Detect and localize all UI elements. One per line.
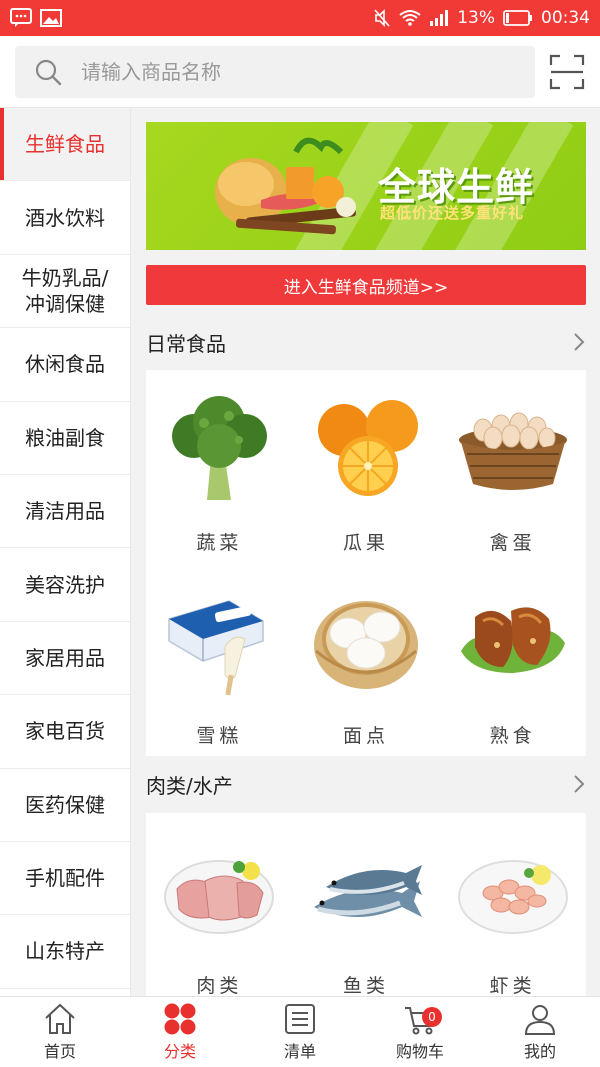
nav-list[interactable]: 清单 xyxy=(240,997,360,1067)
cart-badge: 0 xyxy=(422,1007,442,1027)
category-icon xyxy=(164,1003,196,1035)
category-label: 家居用品 xyxy=(25,645,105,670)
category-label: 休闲食品 xyxy=(25,352,105,377)
section-title: 肉类/水产 xyxy=(146,773,233,798)
user-icon xyxy=(524,1005,556,1035)
orange-icon xyxy=(317,400,418,496)
nav-label: 清单 xyxy=(283,1042,316,1061)
grid-item-pastry[interactable]: 面点 xyxy=(293,563,440,756)
category-item-fresh-food[interactable]: 生鲜食品 xyxy=(0,108,130,182)
home-icon xyxy=(45,1003,75,1034)
grid-item-label: 鱼类 xyxy=(342,975,389,996)
broccoli-icon xyxy=(172,396,268,500)
cooked-meat-icon xyxy=(460,607,565,673)
search-icon xyxy=(35,59,62,85)
meat-plate-icon xyxy=(164,860,275,934)
category-label: 牛奶乳品/冲调保健 xyxy=(21,265,109,316)
category-item-shandong[interactable]: 山东特产 xyxy=(0,915,130,989)
nav-cart[interactable]: 0 购物车 xyxy=(360,997,480,1067)
banner-subtitle: 超低价还送多重好礼 xyxy=(380,204,525,222)
grid-item-ice-cream[interactable]: 雪糕 xyxy=(146,563,293,756)
category-list: 生鲜食品 酒水饮料 牛奶乳品/冲调保健 休闲食品 粮油副食 清洁用品 美容洗护 … xyxy=(0,108,131,996)
grid-item-label: 禽蛋 xyxy=(489,532,536,554)
category-item-beauty[interactable]: 美容洗护 xyxy=(0,548,130,622)
category-label: 医药保健 xyxy=(25,792,105,817)
shrimp-plate-icon xyxy=(457,860,568,934)
grid-item-fish[interactable]: 鱼类 xyxy=(293,813,440,996)
scan-icon[interactable] xyxy=(549,54,585,90)
category-item-dairy[interactable]: 牛奶乳品/冲调保健 xyxy=(0,254,130,329)
category-item-snacks[interactable]: 休闲食品 xyxy=(0,328,130,402)
fruit-banner-icon xyxy=(215,137,356,235)
enter-channel-button[interactable]: 进入生鲜食品频道>> xyxy=(146,265,586,305)
steamed-bun-icon xyxy=(313,601,418,689)
grid-item-label: 肉类 xyxy=(196,975,243,996)
signal-icon xyxy=(430,10,449,26)
category-content: 全球生鲜 超低价还送多重好礼 进入生鲜食品频道>> 日常食品 蔬菜 瓜果 禽蛋 … xyxy=(131,108,600,996)
category-item-home[interactable]: 家居用品 xyxy=(0,621,130,696)
category-item-phone-accessories[interactable]: 手机配件 xyxy=(0,841,130,916)
grid-item-meat[interactable]: 肉类 xyxy=(146,813,293,996)
category-label: 家电百货 xyxy=(25,719,105,744)
grid-item-vegetables[interactable]: 蔬菜 xyxy=(146,370,293,563)
fish-icon xyxy=(313,865,422,917)
grid-item-label: 面点 xyxy=(342,725,389,747)
section-title: 日常食品 xyxy=(146,331,226,356)
grid-item-label: 蔬菜 xyxy=(196,532,243,554)
nav-label: 购物车 xyxy=(395,1042,444,1061)
category-item-appliances[interactable]: 家电百货 xyxy=(0,695,130,769)
grid-item-label: 瓜果 xyxy=(342,532,389,554)
grid-item-label: 虾类 xyxy=(489,975,536,996)
nav-category[interactable]: 分类 xyxy=(120,997,240,1067)
nav-label: 我的 xyxy=(523,1042,556,1061)
category-label: 清洁用品 xyxy=(25,499,105,524)
promo-banner[interactable]: 全球生鲜 超低价还送多重好礼 xyxy=(146,122,586,250)
section-header-meat-seafood[interactable]: 肉类/水产 xyxy=(146,764,586,804)
category-label: 手机配件 xyxy=(25,866,105,891)
nav-home[interactable]: 首页 xyxy=(0,997,120,1067)
category-item-drinks[interactable]: 酒水饮料 xyxy=(0,181,130,255)
grid-item-label: 熟食 xyxy=(489,725,536,747)
nav-profile[interactable]: 我的 xyxy=(480,997,600,1067)
status-bar: 13% 00:34 xyxy=(0,0,600,36)
grid-item-cooked-food[interactable]: 熟食 xyxy=(439,563,586,756)
search-input[interactable] xyxy=(81,59,481,84)
category-label: 山东特产 xyxy=(25,939,105,964)
battery-percent: 13% xyxy=(457,8,495,28)
search-bar[interactable] xyxy=(15,45,535,98)
search-header xyxy=(0,36,600,108)
category-label: 美容洗护 xyxy=(25,572,105,597)
mute-icon xyxy=(374,9,390,27)
grid-item-fruit[interactable]: 瓜果 xyxy=(293,370,440,563)
clock: 00:34 xyxy=(541,8,590,28)
list-icon xyxy=(285,1004,315,1034)
grid-item-eggs[interactable]: 禽蛋 xyxy=(439,370,586,563)
chevron-right-icon xyxy=(574,333,585,351)
chevron-right-icon xyxy=(574,775,585,793)
meat-seafood-grid: 肉类 鱼类 虾类 xyxy=(146,813,586,996)
message-icon xyxy=(10,8,32,27)
category-label: 生鲜食品 xyxy=(25,132,105,157)
bottom-nav: 首页 分类 清单 0 购物车 我的 xyxy=(0,996,600,1067)
ice-cream-icon xyxy=(168,600,265,696)
category-label: 酒水饮料 xyxy=(25,205,105,230)
nav-label: 首页 xyxy=(43,1042,76,1061)
nav-label: 分类 xyxy=(163,1042,196,1061)
category-item-cleaning[interactable]: 清洁用品 xyxy=(0,474,130,549)
image-icon xyxy=(40,9,62,27)
category-item-grain-oil[interactable]: 粮油副食 xyxy=(0,401,130,475)
category-item-medicine[interactable]: 医药保健 xyxy=(0,768,130,842)
wifi-icon xyxy=(399,10,421,26)
section-header-daily-food[interactable]: 日常食品 xyxy=(146,322,586,362)
category-label: 粮油副食 xyxy=(25,425,105,450)
grid-item-shrimp[interactable]: 虾类 xyxy=(439,813,586,996)
battery-icon xyxy=(503,10,532,26)
egg-basket-icon xyxy=(458,412,567,490)
daily-food-grid: 蔬菜 瓜果 禽蛋 雪糕 面点 熟食 xyxy=(146,370,586,756)
grid-item-label: 雪糕 xyxy=(196,725,243,747)
